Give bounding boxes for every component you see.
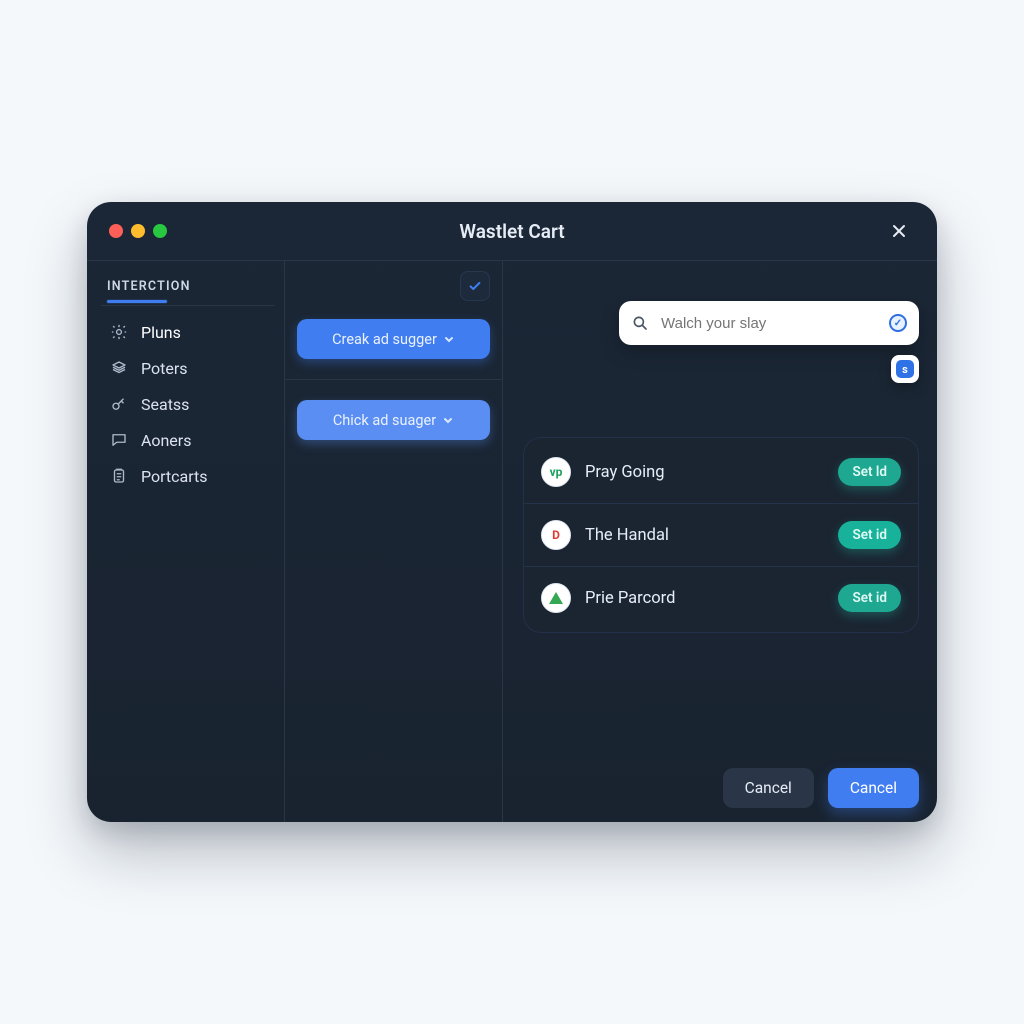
window-title: Wastlet Cart	[87, 220, 937, 243]
sidebar-item-label: Aoners	[141, 431, 191, 450]
list-item[interactable]: vp Pray Going Set ld	[523, 441, 919, 503]
sidebar-item-portcarts[interactable]: Portcarts	[101, 458, 274, 494]
sidebar-item-label: Pluns	[141, 323, 181, 342]
sidebar-active-indicator	[107, 300, 167, 303]
list-item-label: The Handal	[585, 526, 824, 545]
set-id-button[interactable]: Set id	[838, 521, 901, 549]
sidebar-item-pluns[interactable]: Pluns	[101, 314, 274, 350]
window-controls	[109, 224, 167, 238]
stack-icon	[109, 358, 129, 378]
gear-icon	[109, 322, 129, 342]
chat-icon	[109, 430, 129, 450]
search-input[interactable]	[659, 314, 879, 333]
search-field[interactable]: ✓	[619, 301, 919, 345]
titlebar: Wastlet Cart	[87, 202, 937, 260]
search-shortcut-chip[interactable]: s	[891, 355, 919, 383]
confirm-button[interactable]: Cancel	[828, 768, 919, 808]
window-minimize-dot[interactable]	[131, 224, 145, 238]
list-item-label: Pray Going	[585, 463, 824, 482]
key-icon	[109, 394, 129, 414]
right-panel: ✓ s vp Pray Going Set ld D The Handal Se…	[503, 261, 937, 822]
app-window: Wastlet Cart INTERCTION Pluns	[87, 202, 937, 822]
check-suggestion-button[interactable]: Chick ad suager	[297, 400, 490, 440]
sidebar-item-seatss[interactable]: Seatss	[101, 386, 274, 422]
window-zoom-dot[interactable]	[153, 224, 167, 238]
clipboard-icon	[109, 466, 129, 486]
list-item[interactable]: D The Handal Set id	[523, 503, 919, 566]
list-item[interactable]: Prie Parcord Set id	[523, 566, 919, 629]
sidebar-divider	[101, 305, 274, 306]
button-label: Creak ad sugger	[332, 331, 437, 348]
drive-triangle-icon	[549, 592, 563, 604]
verified-icon: ✓	[889, 314, 907, 332]
avatar: vp	[541, 457, 571, 487]
avatar	[541, 583, 571, 613]
window-body: INTERCTION Pluns Poters	[87, 260, 937, 822]
search-icon	[631, 314, 649, 332]
sidebar-item-poters[interactable]: Poters	[101, 350, 274, 386]
list-item-label: Prie Parcord	[585, 589, 824, 608]
footer-actions: Cancel Cancel	[523, 750, 919, 808]
set-id-button[interactable]: Set ld	[838, 458, 901, 486]
set-id-button[interactable]: Set id	[838, 584, 901, 612]
avatar: D	[541, 520, 571, 550]
shortcut-letter: s	[896, 360, 914, 378]
selection-check-icon[interactable]	[460, 271, 490, 301]
search-area: ✓ s	[523, 301, 919, 383]
middle-column: Creak ad sugger Chick ad suager	[285, 261, 503, 822]
window-close-dot[interactable]	[109, 224, 123, 238]
create-suggestion-button[interactable]: Creak ad sugger	[297, 319, 490, 359]
chevron-down-icon	[443, 333, 455, 345]
sidebar-item-aoners[interactable]: Aoners	[101, 422, 274, 458]
button-label: Chick ad suager	[333, 412, 436, 429]
sidebar-item-label: Poters	[141, 359, 188, 378]
results-list: vp Pray Going Set ld D The Handal Set id…	[523, 437, 919, 633]
cancel-button[interactable]: Cancel	[723, 768, 814, 808]
sidebar-heading: INTERCTION	[107, 279, 268, 294]
sidebar-item-label: Seatss	[141, 395, 189, 414]
chevron-down-icon	[442, 414, 454, 426]
sidebar: INTERCTION Pluns Poters	[87, 261, 285, 822]
middle-divider	[285, 379, 502, 380]
sidebar-item-label: Portcarts	[141, 467, 208, 486]
close-icon[interactable]	[883, 215, 915, 247]
